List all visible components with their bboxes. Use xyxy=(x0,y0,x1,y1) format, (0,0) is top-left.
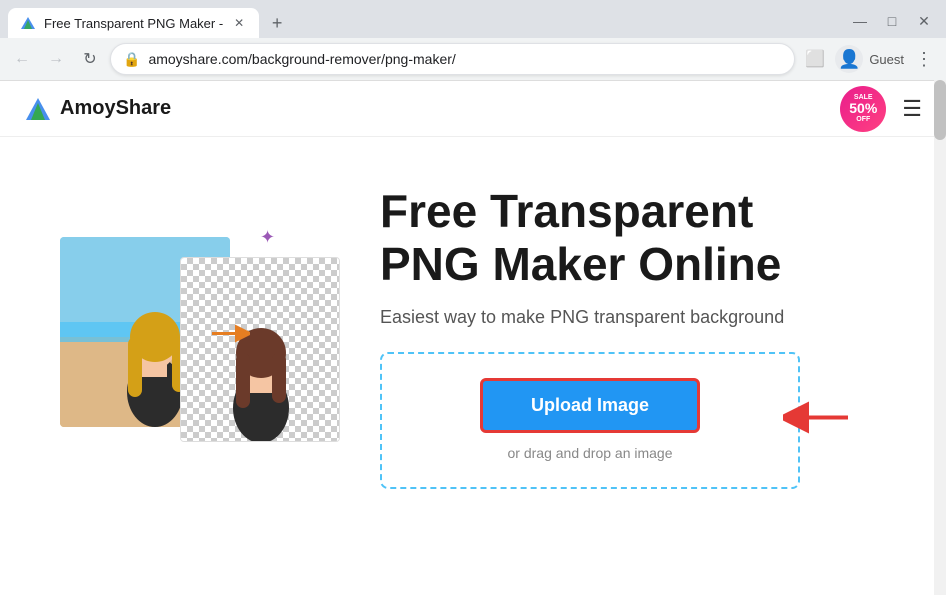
tab-close-button[interactable]: ✕ xyxy=(231,15,247,31)
upload-hint-text: or drag and drop an image xyxy=(508,445,673,461)
scroll-thumb[interactable] xyxy=(934,80,946,140)
browser-chrome: Free Transparent PNG Maker - ✕ + — □ ✕ ←… xyxy=(0,0,946,81)
profile-icon: 👤 xyxy=(838,49,860,70)
image-demo: ✦ ✦ xyxy=(60,227,340,447)
guest-label: Guest xyxy=(869,52,904,67)
checkered-background xyxy=(181,258,339,441)
back-icon: ← xyxy=(14,50,30,68)
menu-dots-icon: ⋮ xyxy=(915,49,933,70)
main-content: ✦ ✦ xyxy=(0,137,946,537)
right-content: Free Transparent PNG Maker Online Easies… xyxy=(380,185,906,489)
site-logo: AmoyShare xyxy=(24,95,171,123)
upload-zone[interactable]: Upload Image or drag and drop an image xyxy=(380,352,800,489)
site-nav: AmoyShare Sale 50% Off ☰ xyxy=(0,81,946,137)
new-tab-button[interactable]: + xyxy=(263,9,291,37)
sale-percent-text: 50% xyxy=(849,101,877,116)
after-person-svg xyxy=(181,258,340,442)
extensions-icon: ⬜ xyxy=(805,49,825,69)
sparkle-icon-1: ✦ xyxy=(260,227,275,248)
close-window-button[interactable]: ✕ xyxy=(910,7,938,35)
back-button[interactable]: ← xyxy=(8,45,36,73)
logo-text: AmoyShare xyxy=(60,97,171,120)
url-text: amoyshare.com/background-remover/png-mak… xyxy=(148,51,782,67)
transform-arrow-icon xyxy=(210,319,250,356)
maximize-button[interactable]: □ xyxy=(878,7,906,35)
red-arrow-svg xyxy=(783,398,853,438)
tab-favicon-icon xyxy=(20,15,36,31)
title-line1: Free Transparent xyxy=(380,185,753,237)
page-content: AmoyShare Sale 50% Off ☰ ✦ ✦ xyxy=(0,81,946,596)
address-bar[interactable]: 🔒 amoyshare.com/background-remover/png-m… xyxy=(110,43,795,75)
hamburger-icon: ☰ xyxy=(902,96,922,121)
scroll-track[interactable] xyxy=(934,80,946,595)
forward-icon: → xyxy=(48,50,64,68)
window-controls: — □ ✕ xyxy=(846,7,938,39)
nav-right: Sale 50% Off ☰ xyxy=(840,86,922,132)
title-line2: PNG Maker Online xyxy=(380,238,781,290)
page-subtitle: Easiest way to make PNG transparent back… xyxy=(380,307,906,328)
lock-icon: 🔒 xyxy=(123,51,140,68)
browser-menu-button[interactable]: ⋮ xyxy=(910,45,938,73)
forward-button[interactable]: → xyxy=(42,45,70,73)
arrow-svg xyxy=(210,319,250,349)
address-bar-row: ← → ↻ 🔒 amoyshare.com/background-remover… xyxy=(0,38,946,80)
tab-bar: Free Transparent PNG Maker - ✕ + — □ ✕ xyxy=(0,0,946,38)
refresh-icon: ↻ xyxy=(83,49,96,69)
red-arrow-indicator xyxy=(783,398,853,443)
logo-icon xyxy=(24,95,52,123)
active-tab[interactable]: Free Transparent PNG Maker - ✕ xyxy=(8,8,259,38)
sale-off-text: Off xyxy=(856,116,870,123)
minimize-button[interactable]: — xyxy=(846,7,874,35)
profile-button[interactable]: 👤 xyxy=(835,45,863,73)
page-title: Free Transparent PNG Maker Online xyxy=(380,185,906,291)
upload-image-button[interactable]: Upload Image xyxy=(480,378,700,433)
hamburger-menu-button[interactable]: ☰ xyxy=(902,96,922,122)
refresh-button[interactable]: ↻ xyxy=(76,45,104,73)
sale-badge[interactable]: Sale 50% Off xyxy=(840,86,886,132)
extensions-button[interactable]: ⬜ xyxy=(801,45,829,73)
tab-title: Free Transparent PNG Maker - xyxy=(44,16,223,31)
demo-after-image xyxy=(180,257,340,442)
